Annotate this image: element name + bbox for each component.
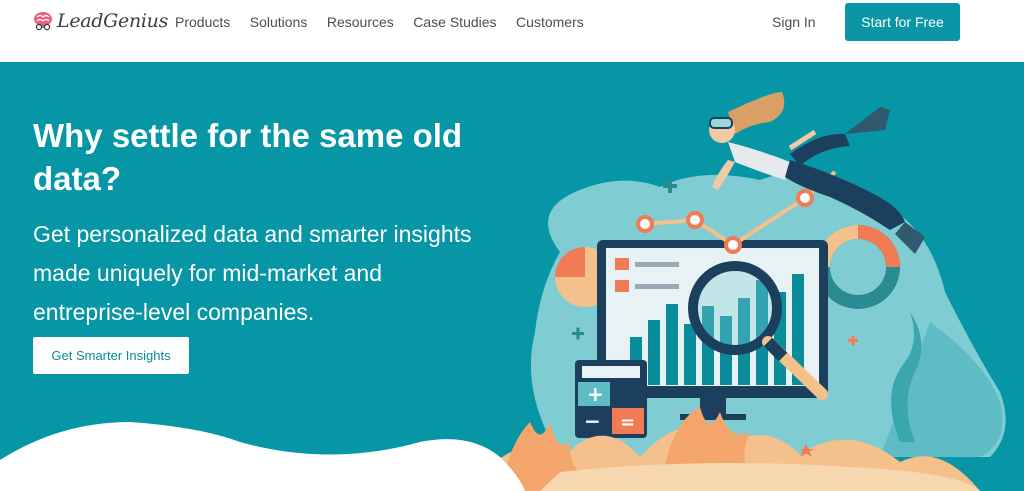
hero-subtitle: Get personalized data and smarter insigh… xyxy=(33,221,472,325)
top-navigation: LeadGenius Products Solutions Resources … xyxy=(0,0,1024,62)
hero-section: + × − = Why settle for the same old data… xyxy=(0,62,1024,491)
start-for-free-button[interactable]: Start for Free xyxy=(845,3,960,41)
nav-menu: Products Solutions Resources Case Studie… xyxy=(175,14,603,30)
nav-resources[interactable]: Resources xyxy=(327,14,394,30)
hero-title: Why settle for the same old data? xyxy=(33,117,463,197)
sign-in-link[interactable]: Sign In xyxy=(772,14,816,30)
nav-customers[interactable]: Customers xyxy=(516,14,584,30)
brand-name: LeadGenius xyxy=(57,10,169,32)
get-smarter-insights-button[interactable]: Get Smarter Insights xyxy=(33,337,189,374)
nav-solutions[interactable]: Solutions xyxy=(250,14,308,30)
nav-products[interactable]: Products xyxy=(175,14,230,30)
nav-case-studies[interactable]: Case Studies xyxy=(413,14,496,30)
brand-logo[interactable]: LeadGenius xyxy=(33,10,168,32)
brain-logo-icon xyxy=(34,12,52,31)
